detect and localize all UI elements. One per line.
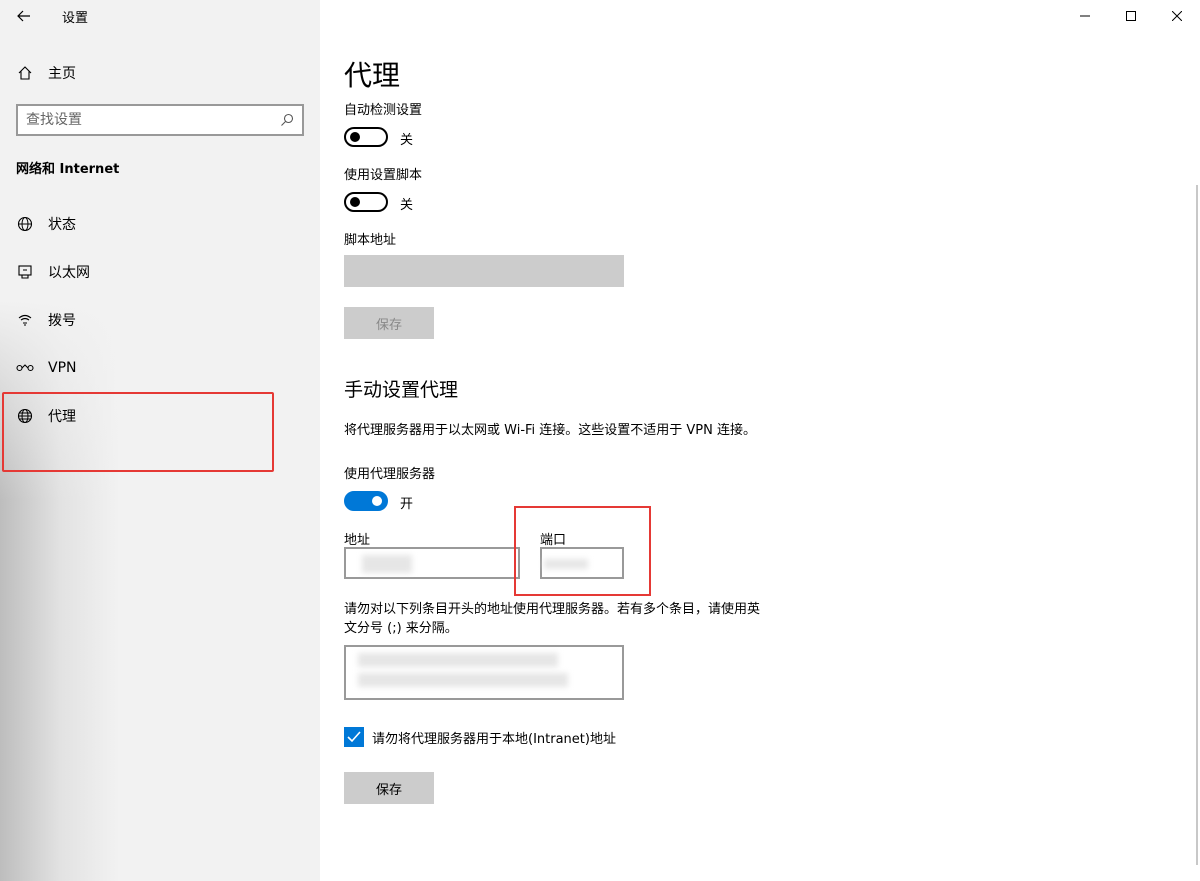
use-script-state: 关 [400,198,414,213]
use-script-label: 使用设置脚本 [344,168,423,183]
status-globe-icon [0,216,48,232]
checkmark-icon [347,731,361,743]
manual-proxy-heading: 手动设置代理 [344,379,459,401]
highlight-annotation [2,392,274,472]
sidebar: 设置 主页 网络和 Internet 状态 以太网 拨号 VPN [0,0,320,881]
auto-detect-state: 关 [400,133,414,148]
sidebar-item-label: 以太网 [48,265,90,281]
save-script-button: 保存 [344,307,434,339]
home-icon [0,65,48,81]
redacted-exceptions-2 [358,673,568,687]
toggle-knob [350,132,360,142]
use-script-toggle[interactable] [344,192,388,212]
main-content: 代理 自动检测设置 关 使用设置脚本 关 脚本地址 保存 手动设置代理 将代理服… [344,0,1164,881]
sidebar-item-dialup[interactable]: 拨号 [0,300,320,340]
address-input[interactable] [344,547,520,579]
address-label: 地址 [344,533,371,548]
titlebar: 设置 [0,0,320,32]
manual-proxy-description: 将代理服务器用于以太网或 Wi-Fi 连接。这些设置不适用于 VPN 连接。 [344,423,757,438]
back-arrow-icon [17,10,30,22]
use-proxy-toggle[interactable] [344,491,388,511]
vpn-icon [0,362,48,374]
exceptions-description: 请勿对以下列条目开头的地址使用代理服务器。若有多个条目，请使用英 文分号 (;)… [344,600,760,638]
sidebar-item-label: 主页 [48,66,76,82]
sidebar-item-ethernet[interactable]: 以太网 [0,252,320,292]
close-icon [1172,11,1182,21]
auto-detect-toggle[interactable] [344,127,388,147]
sidebar-item-label: 拨号 [48,313,76,329]
redacted-exceptions-1 [358,653,558,667]
bypass-local-checkbox[interactable] [344,727,364,747]
search-icon[interactable] [280,113,294,127]
script-address-input [344,255,624,287]
section-title: 网络和 Internet [16,162,120,177]
use-proxy-label: 使用代理服务器 [344,467,436,482]
dialup-icon [0,312,48,328]
redacted-address [362,555,412,573]
script-address-label: 脚本地址 [344,233,397,248]
sidebar-item-label: 状态 [48,217,76,233]
app-title: 设置 [62,10,89,26]
page-title: 代理 [344,59,401,92]
sidebar-item-label: VPN [48,360,77,376]
exceptions-desc-line1: 请勿对以下列条目开头的地址使用代理服务器。若有多个条目，请使用英 [344,602,761,617]
scrollbar[interactable] [1196,185,1198,865]
search-input[interactable] [26,112,266,128]
port-highlight-annotation [514,506,651,596]
save-button[interactable]: 保存 [344,772,434,804]
exceptions-desc-line2: 文分号 (;) 来分隔。 [344,621,458,636]
sidebar-item-vpn[interactable]: VPN [0,348,320,388]
exceptions-input[interactable] [344,645,624,700]
back-button[interactable] [0,0,48,32]
auto-detect-label: 自动检测设置 [344,103,423,118]
search-box[interactable] [16,104,304,136]
use-proxy-state: 开 [400,497,414,512]
bypass-local-label: 请勿将代理服务器用于本地(Intranet)地址 [372,732,616,747]
toggle-knob [372,496,382,506]
sidebar-item-home[interactable]: 主页 [0,53,320,93]
toggle-knob [350,197,360,207]
sidebar-item-status[interactable]: 状态 [0,204,320,244]
ethernet-icon [0,264,48,280]
